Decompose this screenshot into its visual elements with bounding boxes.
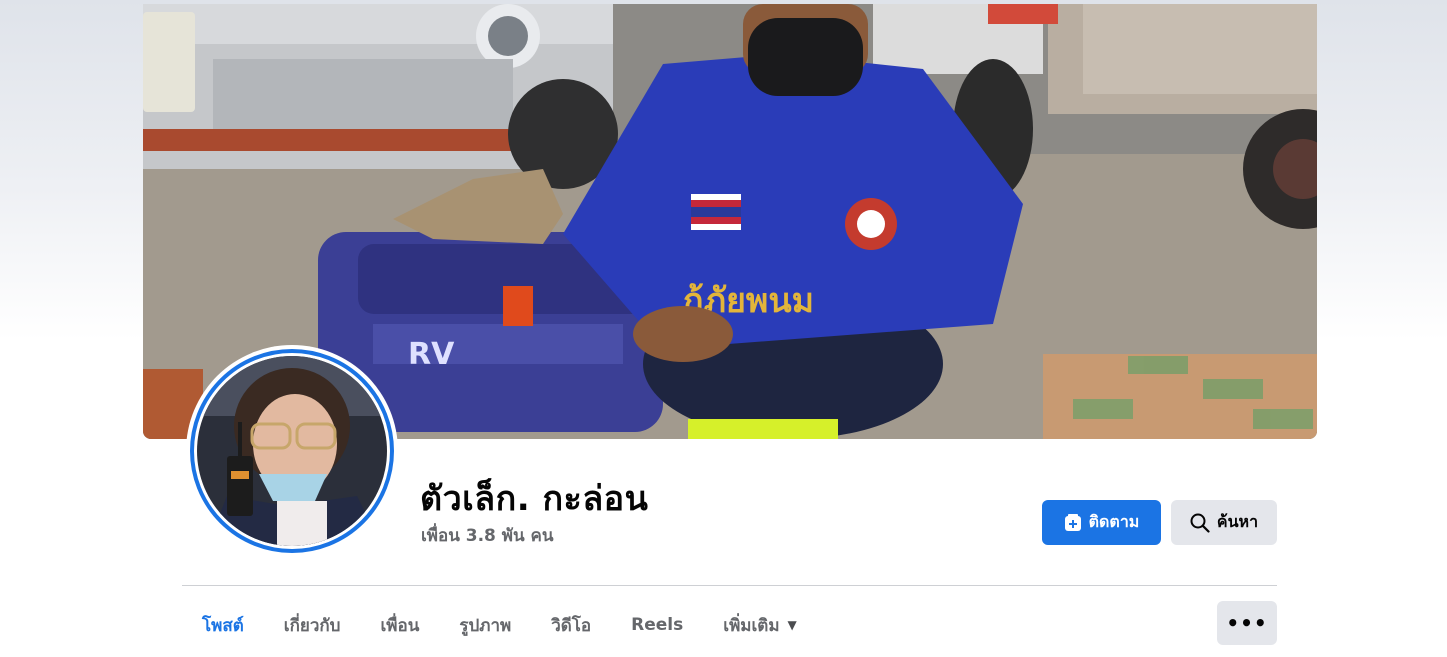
search-button[interactable]: ค้นหา [1171,500,1277,545]
profile-avatar[interactable] [186,345,398,557]
tab-label: รูปภาพ [459,615,512,636]
tab-label: Reels [631,615,684,635]
tab-label: วิดีโอ [551,615,592,636]
profile-name: ตัวเล็ก. กะล่อน [420,479,649,519]
tab-videos[interactable]: วิดีโอ [531,601,611,649]
more-options-button[interactable]: ••• [1217,601,1277,645]
avatar-border [190,349,394,553]
avatar-photo [197,356,387,546]
caret-down-icon: ▼ [787,618,797,632]
tab-about[interactable]: เกี่ยวกับ [264,601,361,649]
tab-more[interactable]: เพิ่มเติม ▼ [703,601,817,649]
follow-button[interactable]: ติดตาม [1042,500,1161,545]
search-label: ค้นหา [1216,512,1259,531]
tab-posts[interactable]: โพสต์ [182,601,264,649]
tab-friends[interactable]: เพื่อน [360,601,439,649]
friends-count[interactable]: เพื่อน 3.8 พัน คน [421,522,554,549]
profile-tabs: โพสต์ เกี่ยวกับ เพื่อน รูปภาพ วิดีโอ Ree… [182,601,817,649]
search-icon [1190,513,1210,533]
follow-label: ติดตาม [1088,512,1140,531]
tab-reels[interactable]: Reels [611,601,703,649]
svg-text:RV: RV [408,337,455,372]
tab-photos[interactable]: รูปภาพ [439,601,531,649]
tab-label: เกี่ยวกับ [283,615,341,636]
user-plus-icon [1064,513,1082,532]
tab-label: เพิ่มเติม [723,615,780,636]
more-horizontal-icon: ••• [1226,611,1268,635]
tab-label: โพสต์ [202,615,244,636]
tab-label: เพื่อน [380,615,420,636]
header-divider [182,585,1277,586]
